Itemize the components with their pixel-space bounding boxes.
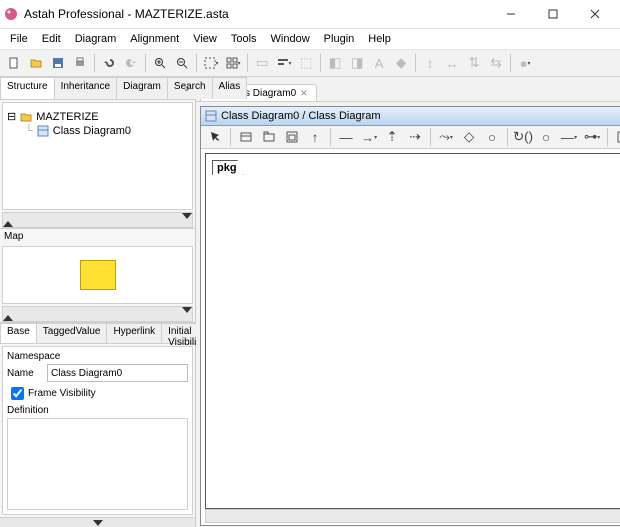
tree-connector: └ — [25, 125, 33, 137]
package-tool[interactable] — [259, 127, 279, 147]
folder-icon — [20, 111, 32, 123]
more-button[interactable]: ●▾ — [515, 53, 535, 73]
gen-tool[interactable]: ⇡ — [382, 127, 402, 147]
interface-tool[interactable]: ○ — [482, 127, 502, 147]
grid-button[interactable]: ▾ — [223, 53, 243, 73]
tree-diagram-node[interactable]: └ Class Diagram0 — [25, 124, 188, 138]
font-button[interactable]: A — [369, 53, 389, 73]
class-diagram-icon — [37, 125, 49, 137]
refresh-icon[interactable] — [177, 79, 193, 95]
pkg-label: pkg — [212, 160, 244, 175]
circle-tool[interactable]: ○ — [536, 127, 556, 147]
framevis-label: Frame Visibility — [28, 388, 96, 399]
tree-project-label: MAZTERIZE — [36, 111, 98, 123]
tree-item-label: Class Diagram0 — [53, 125, 131, 137]
style1-button[interactable]: ◧ — [325, 53, 345, 73]
framevis-checkbox[interactable] — [11, 387, 24, 400]
structure-tree[interactable]: ⊟ MAZTERIZE └ Class Diagram0 — [2, 102, 193, 210]
canvas-area[interactable]: pkg — [201, 149, 620, 525]
aggreg-tool[interactable]: ◇ — [459, 127, 479, 147]
depend-tool[interactable]: ⤳▾ — [436, 127, 456, 147]
tree-collapse-bar[interactable] — [2, 212, 193, 228]
name-label: Name — [7, 368, 47, 379]
proptab-base[interactable]: Base — [0, 323, 37, 343]
expand-icon[interactable]: ⊟ — [7, 110, 16, 123]
editor-area: Class Diagram0 ✕ Class Diagram0 / Class … — [196, 77, 620, 527]
menu-window[interactable]: Window — [265, 32, 316, 46]
diagram-toolbar: ↑ — →▾ ⇡ ⇢ ⤳▾ ◇ ○ ↻() ○ —▾ ⊶▾ ⋯▾ T — [201, 126, 620, 149]
align-setting-button[interactable]: ▾ — [274, 53, 294, 73]
fit-button[interactable]: ▾ — [201, 53, 221, 73]
tab-alias[interactable]: Alias — [212, 77, 248, 99]
package-frame[interactable]: pkg — [212, 160, 244, 175]
internal-title: Class Diagram0 / Class Diagram — [221, 110, 381, 122]
self-assoc-tool[interactable]: ↻() — [513, 127, 533, 147]
minimize-button[interactable] — [490, 0, 532, 28]
app-logo-icon — [4, 7, 18, 21]
select-tool[interactable] — [205, 127, 225, 147]
menu-diagram[interactable]: Diagram — [69, 32, 123, 46]
assoc-tool[interactable]: — — [336, 127, 356, 147]
arrange4-button[interactable]: ⇆ — [486, 53, 506, 73]
note-tool[interactable] — [613, 127, 620, 147]
group-button[interactable]: ⬚ — [296, 53, 316, 73]
new-button[interactable] — [4, 53, 24, 73]
internal-frame: Class Diagram0 / Class Diagram ↑ — →▾ ⇡ … — [200, 106, 620, 526]
line-tool[interactable]: —▾ — [559, 127, 579, 147]
menu-help[interactable]: Help — [362, 32, 397, 46]
menu-edit[interactable]: Edit — [36, 32, 67, 46]
map-collapse-bar[interactable] — [2, 306, 193, 322]
tab-diagram[interactable]: Diagram — [116, 77, 168, 99]
via-tool[interactable]: ⊶▾ — [582, 127, 602, 147]
menu-view[interactable]: View — [187, 32, 223, 46]
arrange1-button[interactable]: ↕ — [420, 53, 440, 73]
undo-button[interactable] — [99, 53, 119, 73]
window-title: Astah Professional - MAZTERIZE.asta — [24, 7, 490, 21]
menu-alignment[interactable]: Alignment — [124, 32, 185, 46]
arrange2-button[interactable]: ↔ — [442, 53, 462, 73]
class-tool[interactable] — [236, 127, 256, 147]
name-input[interactable] — [47, 364, 188, 382]
redo-button[interactable] — [121, 53, 141, 73]
close-button[interactable] — [574, 0, 616, 28]
color-button[interactable]: ◆ — [391, 53, 411, 73]
nested-tool[interactable] — [282, 127, 302, 147]
map-thumbnail[interactable] — [80, 260, 116, 290]
arrange3-button[interactable]: ⇅ — [464, 53, 484, 73]
proptab-hyperlink[interactable]: Hyperlink — [106, 323, 162, 343]
main-toolbar: ▾ ▾ ▭ ▾ ⬚ ◧ ◨ A ◆ ↕ ↔ ⇅ ⇆ ●▾ — [0, 50, 620, 77]
print-button[interactable] — [70, 53, 90, 73]
maximize-button[interactable] — [532, 0, 574, 28]
menu-bar: File Edit Diagram Alignment View Tools W… — [0, 29, 620, 50]
map-label: Map — [0, 229, 195, 244]
close-tab-icon[interactable]: ✕ — [300, 88, 308, 99]
definition-label: Definition — [7, 405, 47, 416]
tab-inheritance[interactable]: Inheritance — [54, 77, 117, 99]
menu-file[interactable]: File — [4, 32, 34, 46]
proptab-tagged[interactable]: TaggedValue — [36, 323, 108, 343]
save-button[interactable] — [48, 53, 68, 73]
realize-tool[interactable]: ⇢ — [405, 127, 425, 147]
namespace-label: Namespace — [7, 351, 47, 362]
key-tool[interactable]: ↑ — [305, 127, 325, 147]
tree-project-node[interactable]: ⊟ MAZTERIZE — [7, 109, 188, 124]
zoom-in-button[interactable] — [150, 53, 170, 73]
left-panel: Structure Inheritance Diagram Search Ali… — [0, 77, 196, 527]
align-left-button[interactable]: ▭ — [252, 53, 272, 73]
open-button[interactable] — [26, 53, 46, 73]
class-diagram-icon — [205, 110, 217, 122]
menu-tools[interactable]: Tools — [225, 32, 263, 46]
nav-assoc-tool[interactable]: →▾ — [359, 127, 379, 147]
menu-plugin[interactable]: Plugin — [318, 32, 361, 46]
diagram-canvas[interactable]: pkg — [205, 153, 620, 509]
tab-structure[interactable]: Structure — [0, 77, 55, 99]
definition-textarea[interactable] — [7, 418, 188, 510]
map-overview[interactable] — [2, 246, 193, 304]
style2-button[interactable]: ◨ — [347, 53, 367, 73]
left-collapse-footer[interactable] — [0, 517, 195, 527]
horizontal-scrollbar[interactable] — [205, 509, 620, 523]
zoom-out-button[interactable] — [172, 53, 192, 73]
